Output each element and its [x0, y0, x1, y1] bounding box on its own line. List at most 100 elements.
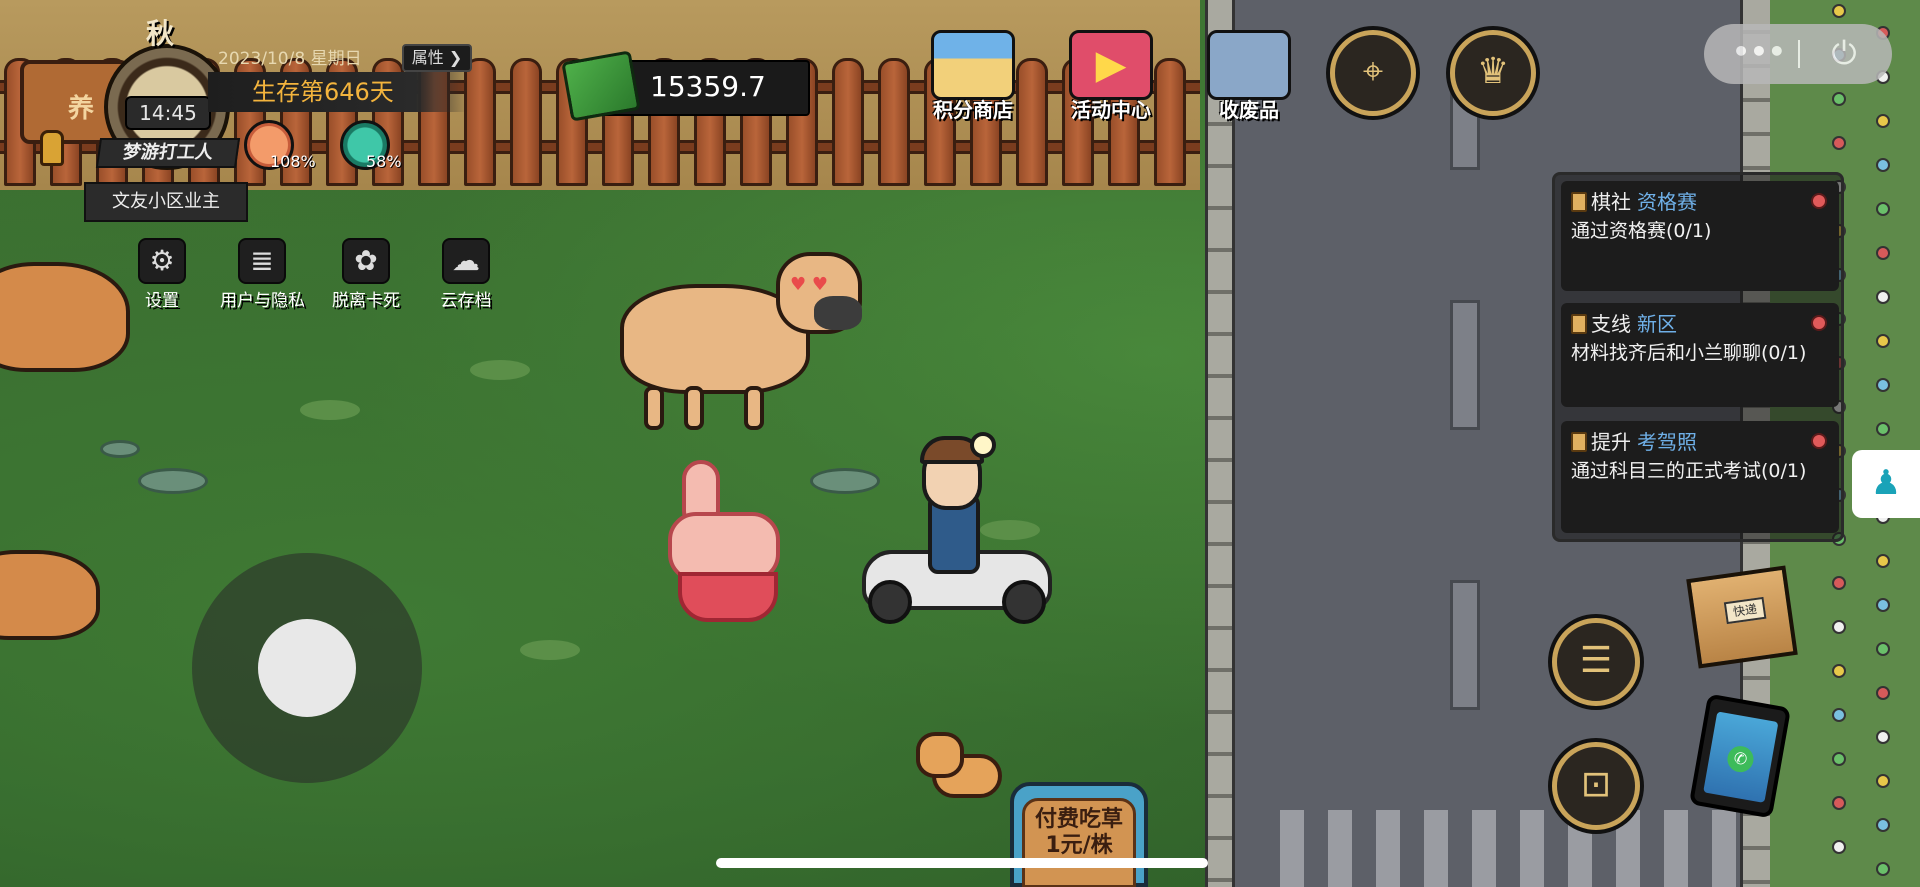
cow-leg — [744, 386, 764, 430]
lantern — [40, 130, 64, 166]
tap-hint-hand — [668, 460, 788, 630]
cloud-save-label: 云存档 — [440, 291, 492, 311]
attributes-button[interactable]: 属性 ❯ — [402, 44, 472, 72]
recycling-button[interactable]: 收废品 — [1194, 30, 1304, 130]
flower-bead — [1832, 620, 1846, 634]
flower-bead — [1876, 686, 1890, 700]
quest-name: 资格赛 — [1637, 190, 1697, 214]
health-stat[interactable]: 58% — [340, 120, 420, 176]
flower-bead — [1832, 796, 1846, 810]
location-pin-icon[interactable] — [1811, 433, 1827, 449]
grass-tuft — [470, 360, 530, 380]
season-label: 秋 — [146, 17, 175, 50]
quest-type: 棋社 — [1591, 190, 1631, 214]
flower-bead — [1876, 554, 1890, 568]
flower-bead — [1832, 136, 1846, 150]
clipboard-icon: ☰ — [1579, 640, 1613, 681]
trophy-icon: ♛ — [1476, 51, 1510, 92]
cash-icon — [561, 50, 641, 122]
game-date: 2023/10/8 星期日 — [218, 49, 362, 69]
trophy-button[interactable]: ♛ — [1450, 30, 1536, 116]
paid-grass-text: 付费吃草 1元/株 — [1022, 798, 1136, 887]
shop-icon — [931, 30, 1015, 100]
virtual-joystick[interactable] — [192, 553, 422, 783]
hand-cuff — [678, 572, 778, 622]
flower-bead — [1876, 202, 1890, 216]
points-shop-label: 积分商店 — [933, 98, 1013, 122]
backpack-button[interactable]: ⊡ — [1552, 742, 1640, 830]
game-scene: 养 秋 14:45 梦游打工人 2023/10/8 星期日 属性 ❯ 生存第64… — [0, 0, 1920, 887]
money-value: 15359.7 — [650, 70, 766, 103]
cow-with-hearts[interactable]: ♥ ♥ — [620, 252, 862, 430]
recycling-label: 收废品 — [1219, 98, 1279, 122]
flower-bead — [1876, 818, 1890, 832]
flower-bead — [1876, 246, 1890, 260]
flower-bead — [1832, 4, 1846, 18]
fence-plank — [464, 58, 496, 186]
joystick-icon: ♟ — [1870, 463, 1902, 503]
paid-grass-sign[interactable]: 付费吃草 1元/株 — [1010, 782, 1148, 887]
quest-desc: 材料找齐后和小兰聊聊(0/1) — [1571, 342, 1807, 364]
flower-bead — [1832, 708, 1846, 722]
clipboard-icon — [1571, 432, 1587, 452]
flower-bead — [1832, 664, 1846, 678]
unstuck-icon: ✿ — [342, 238, 390, 284]
quest-desc: 通过资格赛(0/1) — [1571, 220, 1712, 242]
quest-item[interactable]: 棋社 资格赛 通过资格赛(0/1) — [1561, 181, 1839, 291]
points-shop-button[interactable]: 积分商店 — [918, 30, 1028, 130]
dog-head — [916, 732, 964, 778]
flower-bead — [1832, 840, 1846, 854]
cow-head: ♥ ♥ — [776, 252, 862, 334]
grass-tuft — [300, 400, 360, 420]
curb-left — [1205, 0, 1235, 887]
settings-label: 设置 — [145, 291, 179, 311]
activity-center-button[interactable]: ▶ 活动中心 — [1056, 30, 1166, 130]
fence-plank — [832, 58, 864, 186]
quest-panel: 棋社 资格赛 通过资格赛(0/1) 支线 新区 材料找齐后和小兰聊聊(0/1) 提升… — [1552, 172, 1844, 542]
cow[interactable] — [0, 262, 130, 372]
flower-bead — [1832, 92, 1846, 106]
quest-desc: 通过科目三的正式考试(0/1) — [1571, 460, 1807, 482]
signboard-text: 养 — [68, 94, 95, 124]
map-button[interactable]: ⌖ — [1330, 30, 1416, 116]
crosswalk — [1280, 810, 1740, 887]
document-icon: ≣ — [238, 238, 286, 284]
clipboard-icon — [1571, 192, 1587, 212]
power-icon[interactable]: ⏻ — [1814, 32, 1874, 76]
dog[interactable] — [912, 728, 1012, 808]
quest-log-button[interactable]: ☰ — [1552, 618, 1640, 706]
flower-bead — [1876, 774, 1890, 788]
cow-nose — [814, 296, 862, 330]
settings-button[interactable]: ⚙ 设置 — [120, 238, 204, 314]
privacy-button[interactable]: ≣ 用户与隐私 — [220, 238, 305, 314]
survival-days: 生存第646天 — [208, 72, 468, 112]
headlamp-icon — [970, 432, 996, 458]
quest-name: 新区 — [1637, 312, 1677, 336]
quest-item[interactable]: 提升 考驾照 通过科目三的正式考试(0/1) — [1561, 421, 1839, 533]
quest-item[interactable]: 支线 新区 材料找齐后和小兰聊聊(0/1) — [1561, 303, 1839, 407]
hunger-stat[interactable]: 108% — [244, 120, 324, 176]
player-on-scooter — [862, 432, 1052, 624]
scooter-wheel — [868, 580, 912, 624]
cloud-save-button[interactable]: ☁ 云存档 — [424, 238, 508, 314]
unstuck-button[interactable]: ✿ 脱离卡死 — [324, 238, 408, 314]
cow-leg — [644, 386, 664, 430]
flower-bead — [1876, 730, 1890, 744]
money-display: 15359.7 — [561, 50, 810, 122]
joystick-knob[interactable] — [258, 619, 356, 717]
location-pin-icon[interactable] — [1811, 315, 1827, 331]
map-icon: ⌖ — [1362, 51, 1384, 92]
cow[interactable] — [0, 550, 100, 640]
location-pin-icon[interactable] — [1811, 193, 1827, 209]
cloud-icon: ☁ — [442, 238, 490, 284]
parcel-button[interactable]: 快递 — [1686, 565, 1798, 669]
flower-bead — [1876, 378, 1890, 392]
more-icon[interactable]: ••• — [1724, 32, 1794, 76]
unstuck-label: 脱离卡死 — [332, 291, 400, 311]
home-indicator[interactable] — [716, 858, 1208, 868]
recycling-cart-icon — [1207, 30, 1291, 100]
fence-plank — [510, 58, 542, 186]
side-tab-button[interactable]: ♟ — [1852, 450, 1920, 518]
flower-bead — [1832, 576, 1846, 590]
activity-center-label: 活动中心 — [1071, 98, 1151, 122]
